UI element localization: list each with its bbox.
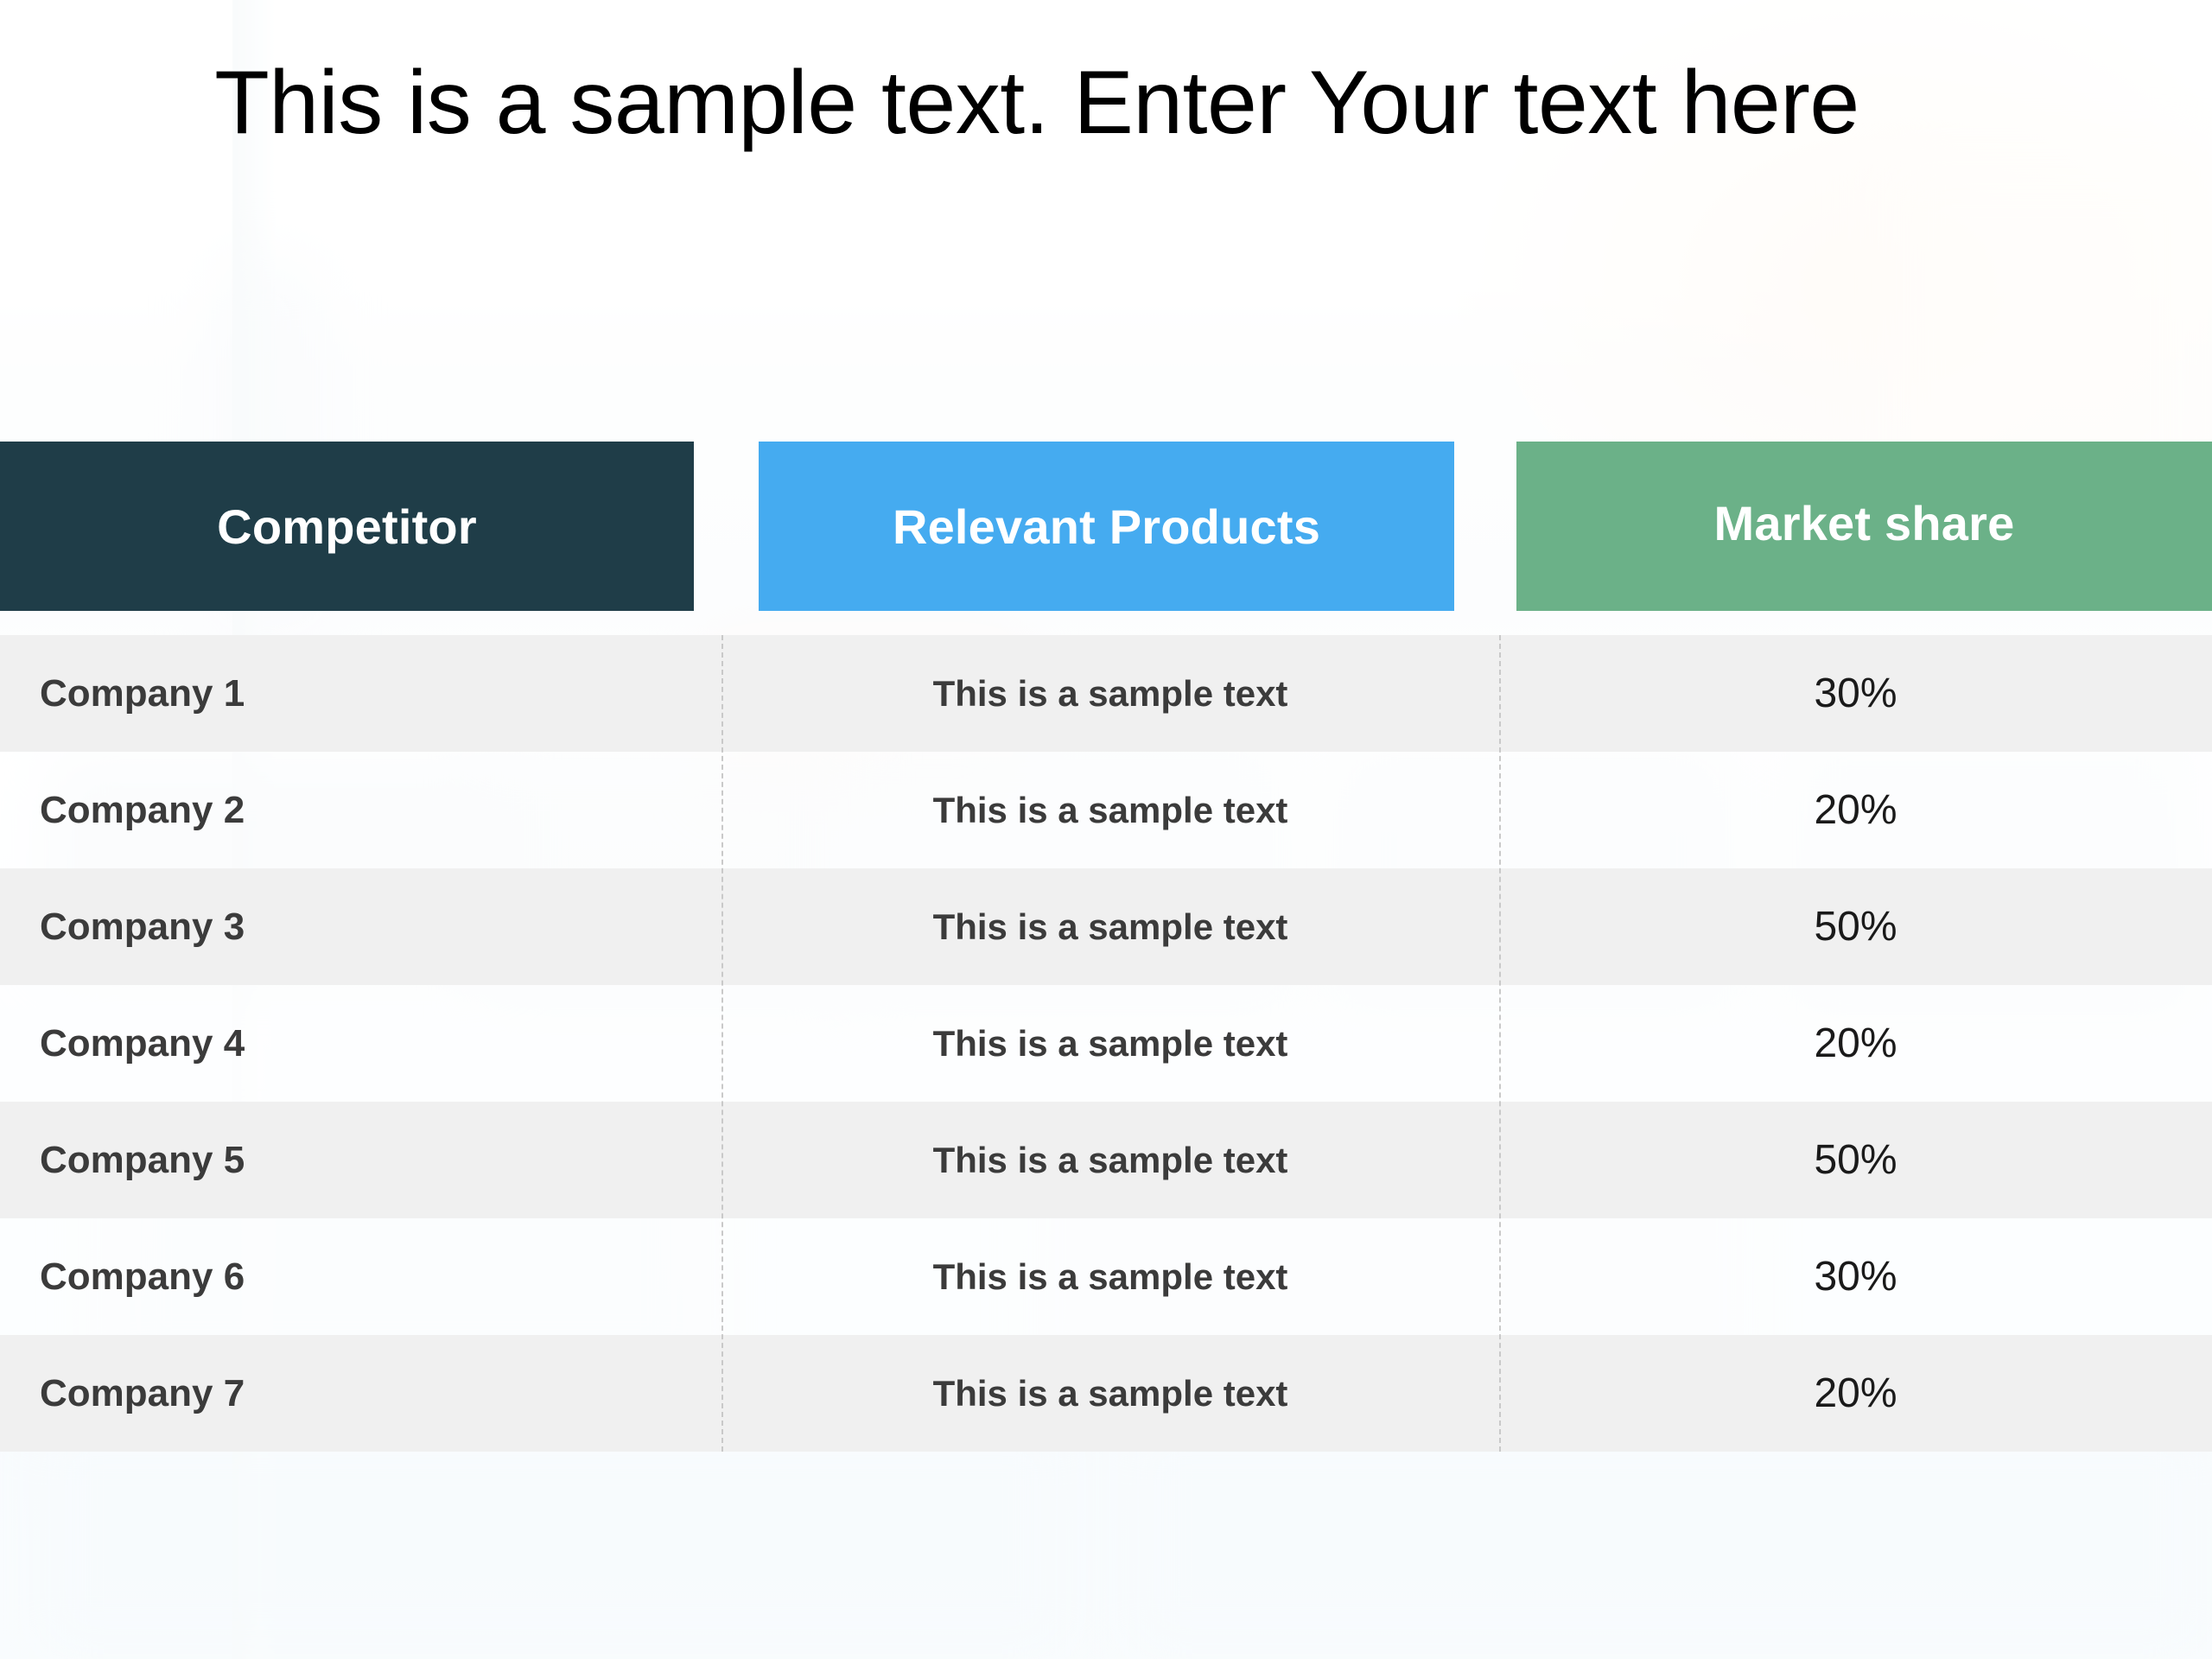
page-title: This is a sample text. Enter Your text h… [214, 53, 1859, 153]
cell-relevant-products: This is a sample text [721, 752, 1499, 868]
cell-relevant-products: This is a sample text [721, 868, 1499, 985]
table-row: Company 5 This is a sample text 50% [0, 1102, 2212, 1218]
cell-relevant-products: This is a sample text [721, 635, 1499, 752]
column-header-market-share: Market share [1516, 442, 2212, 611]
cell-market-share-text: 20% [1814, 1020, 1897, 1066]
cell-competitor: Company 1 [0, 635, 721, 752]
cell-competitor: Company 2 [0, 752, 721, 868]
competitor-table: Competitor Relevant Products Market shar… [0, 442, 2212, 1452]
cell-competitor-text: Company 6 [40, 1255, 245, 1298]
cell-relevant-products: This is a sample text [721, 1102, 1499, 1218]
cell-market-share-text: 30% [1814, 671, 1897, 716]
cell-competitor-text: Company 5 [40, 1138, 245, 1181]
table-row: Company 4 This is a sample text 20% [0, 985, 2212, 1102]
cell-relevant-products-text: This is a sample text [932, 1255, 1288, 1297]
cell-relevant-products-text: This is a sample text [932, 1372, 1288, 1414]
column-header-relevant-products-label: Relevant Products [892, 499, 1321, 554]
cell-relevant-products-text: This is a sample text [932, 672, 1288, 714]
cell-competitor: Company 7 [0, 1335, 721, 1452]
cell-relevant-products-text: This is a sample text [932, 1139, 1288, 1180]
slide-canvas: This is a sample text. Enter Your text h… [0, 0, 2212, 1659]
table-row: Company 3 This is a sample text 50% [0, 868, 2212, 985]
column-header-relevant-products: Relevant Products [759, 442, 1454, 611]
cell-competitor-text: Company 3 [40, 905, 245, 948]
table-row: Company 1 This is a sample text 30% [0, 635, 2212, 752]
cell-market-share: 20% [1499, 1335, 2212, 1452]
column-header-competitor-label: Competitor [217, 499, 477, 554]
cell-competitor-text: Company 2 [40, 788, 245, 831]
cell-market-share: 50% [1499, 868, 2212, 985]
column-header-competitor: Competitor [0, 442, 694, 611]
cell-market-share-text: 20% [1814, 787, 1897, 833]
cell-competitor: Company 6 [0, 1218, 721, 1335]
cell-market-share-text: 30% [1814, 1254, 1897, 1300]
table-header-row: Competitor Relevant Products Market shar… [0, 442, 2212, 611]
cell-market-share-text: 50% [1814, 1137, 1897, 1183]
cell-relevant-products: This is a sample text [721, 1218, 1499, 1335]
cell-market-share: 20% [1499, 985, 2212, 1102]
cell-market-share: 20% [1499, 752, 2212, 868]
cell-competitor: Company 5 [0, 1102, 721, 1218]
table-row: Company 6 This is a sample text 30% [0, 1218, 2212, 1335]
cell-relevant-products: This is a sample text [721, 985, 1499, 1102]
cell-relevant-products: This is a sample text [721, 1335, 1499, 1452]
cell-competitor-text: Company 1 [40, 671, 245, 715]
cell-relevant-products-text: This is a sample text [932, 1022, 1288, 1064]
cell-relevant-products-text: This is a sample text [932, 906, 1288, 947]
table-row: Company 2 This is a sample text 20% [0, 752, 2212, 868]
cell-market-share: 50% [1499, 1102, 2212, 1218]
cell-market-share: 30% [1499, 1218, 2212, 1335]
cell-competitor-text: Company 7 [40, 1371, 245, 1414]
table-row: Company 7 This is a sample text 20% [0, 1335, 2212, 1452]
table-body: Company 1 This is a sample text 30% Comp… [0, 635, 2212, 1452]
cell-competitor: Company 4 [0, 985, 721, 1102]
cell-market-share: 30% [1499, 635, 2212, 752]
cell-market-share-text: 50% [1814, 904, 1897, 950]
cell-market-share-text: 20% [1814, 1370, 1897, 1416]
cell-competitor: Company 3 [0, 868, 721, 985]
cell-competitor-text: Company 4 [40, 1021, 245, 1065]
column-header-market-share-label: Market share [1713, 495, 2015, 550]
cell-relevant-products-text: This is a sample text [932, 789, 1288, 830]
